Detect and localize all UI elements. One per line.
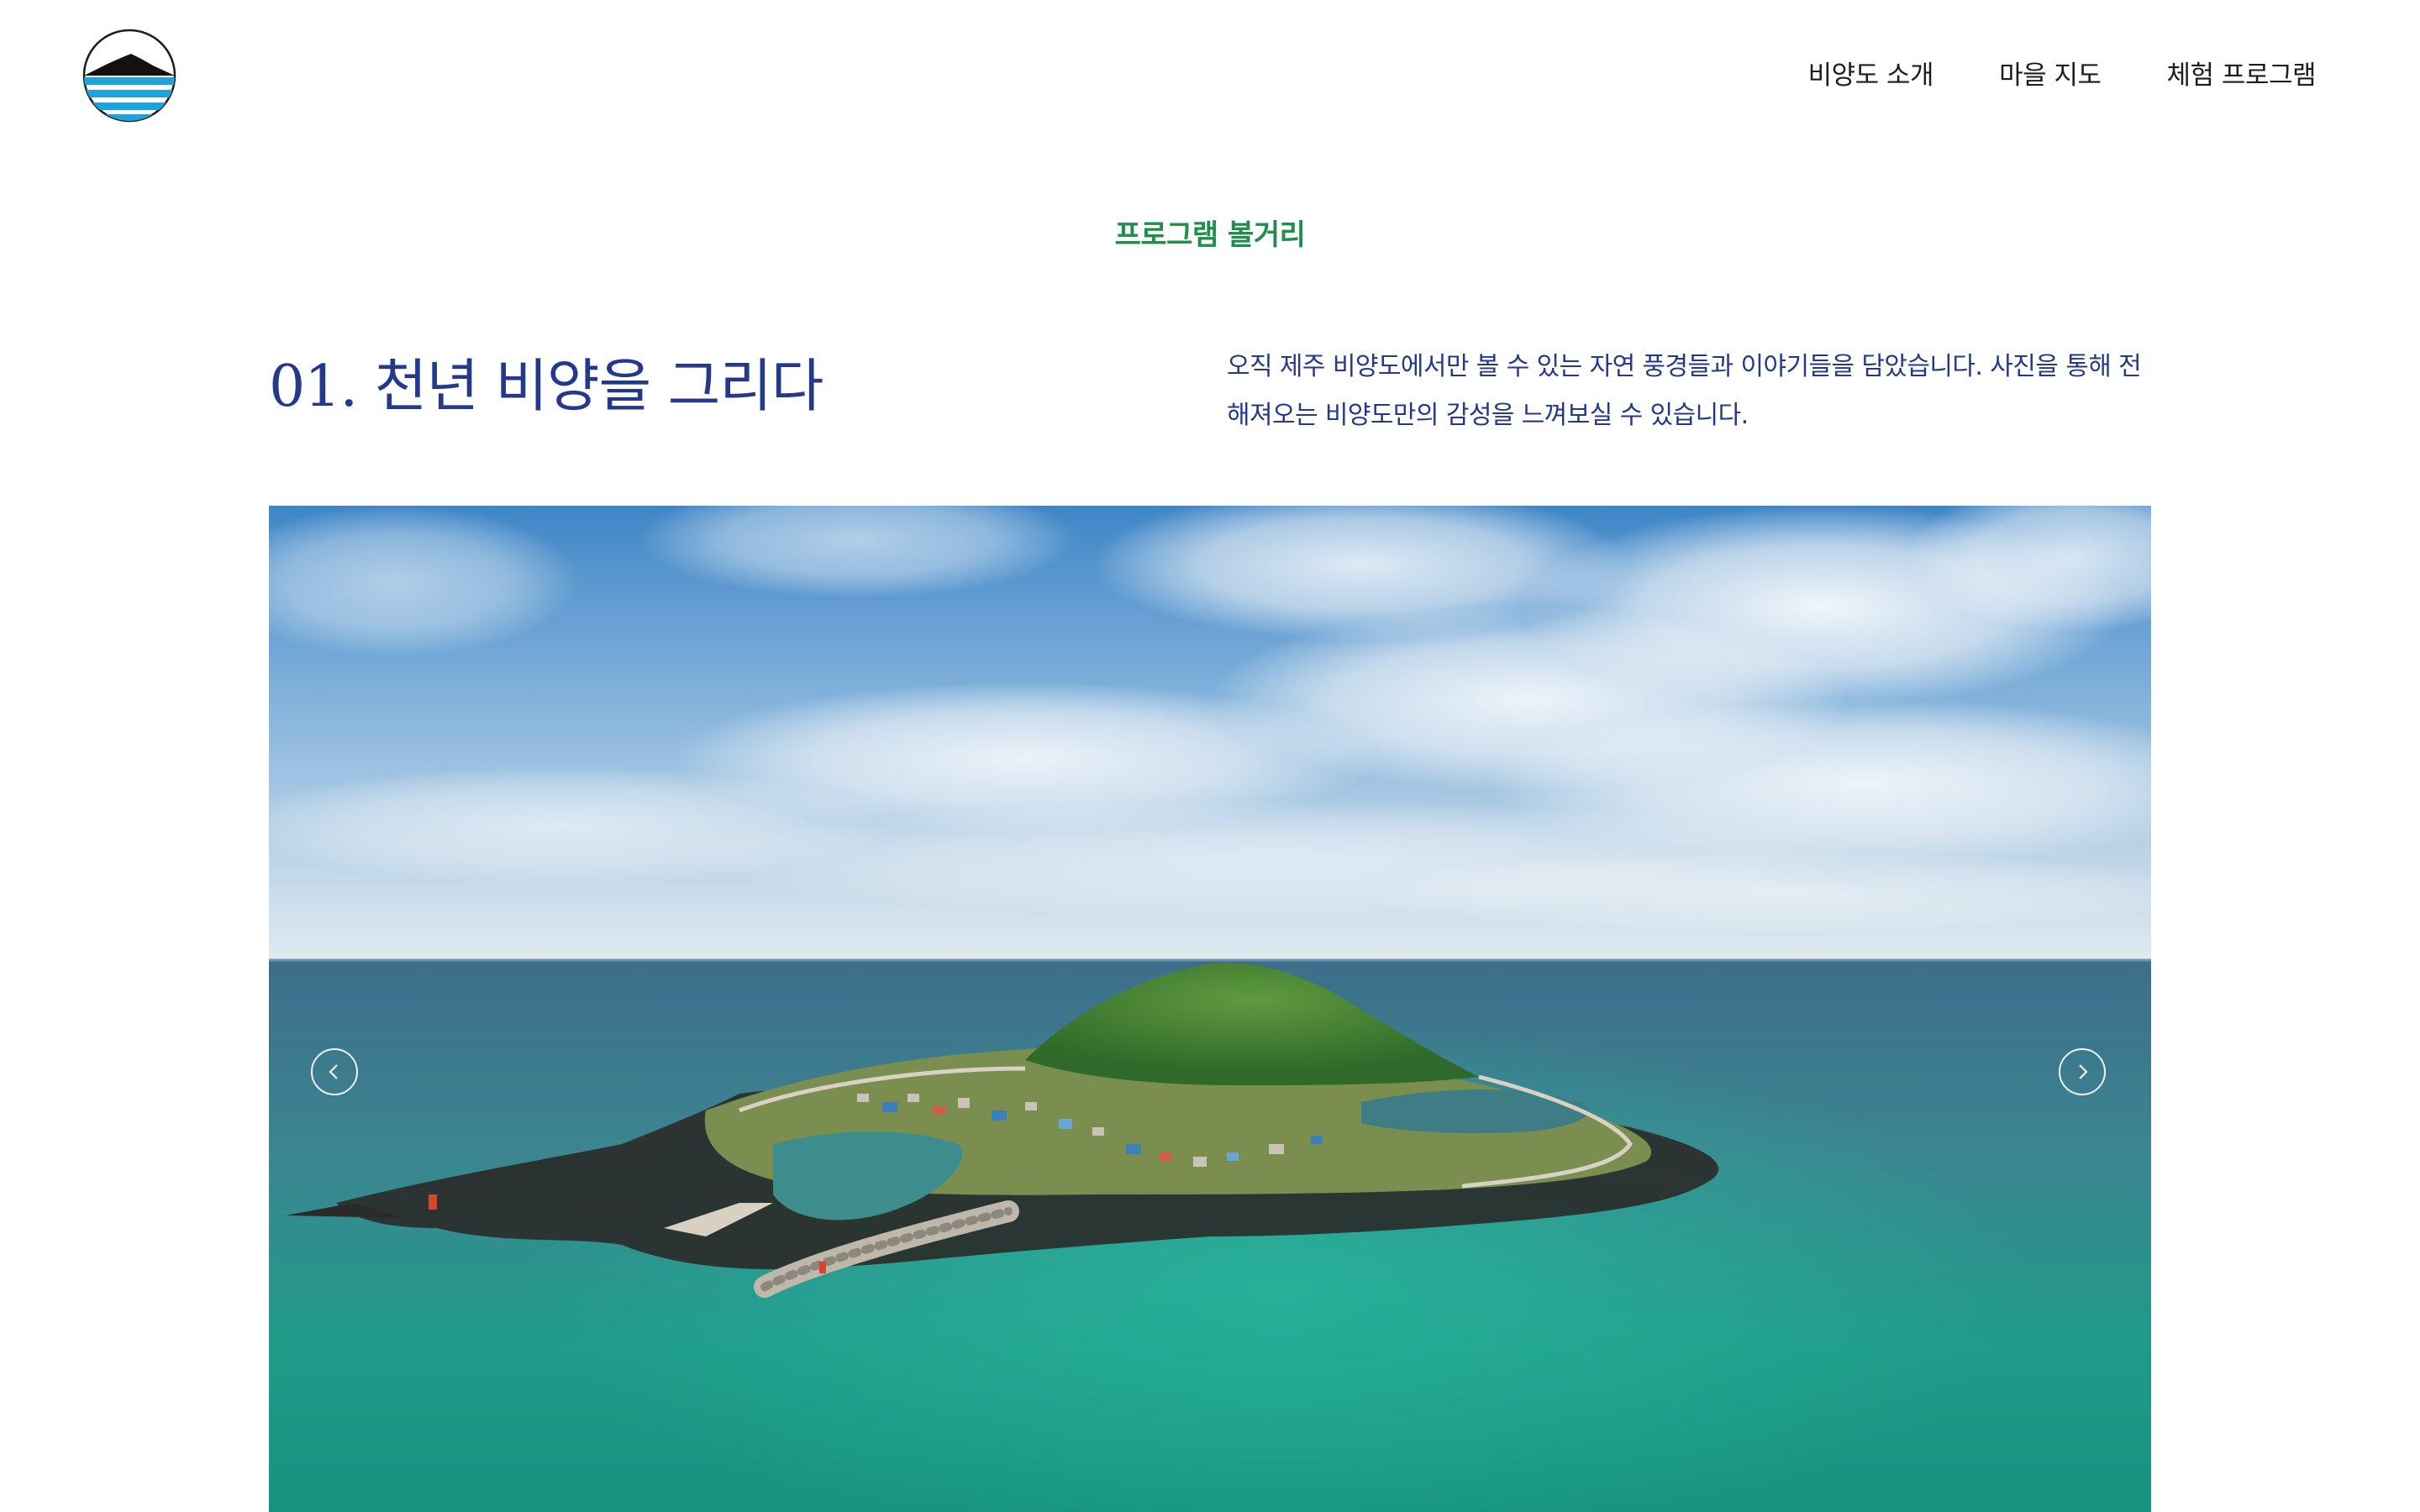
hero-carousel xyxy=(269,506,2151,1512)
nav-item-village-map[interactable]: 마을 지도 xyxy=(1999,54,2102,92)
section-eyebrow: 프로그램 볼거리 xyxy=(1114,218,1306,252)
carousel-prev-button[interactable] xyxy=(311,1048,358,1095)
page: 비양도 소개 마을 지도 체험 프로그램 프로그램 볼거리 01. 천년 비양을… xyxy=(0,0,2420,1512)
aerial-island-photo xyxy=(269,506,2151,1512)
chevron-left-icon xyxy=(329,1064,338,1079)
site-logo[interactable] xyxy=(82,29,176,123)
carousel-next-button[interactable] xyxy=(2059,1048,2106,1095)
chevron-right-icon xyxy=(2079,1064,2088,1079)
nav-item-about[interactable]: 비양도 소개 xyxy=(1808,54,1934,92)
nav-item-programs[interactable]: 체험 프로그램 xyxy=(2167,54,2317,92)
main-nav: 비양도 소개 마을 지도 체험 프로그램 xyxy=(1808,54,2317,92)
section-title: 01. 천년 비양을 그리다 xyxy=(269,354,823,420)
island-sun-waves-logo-icon xyxy=(82,29,176,123)
section-description: 오직 제주 비양도에서만 볼 수 있는 자연 풍경들과 이야기들을 담았습니다.… xyxy=(1227,352,2142,430)
